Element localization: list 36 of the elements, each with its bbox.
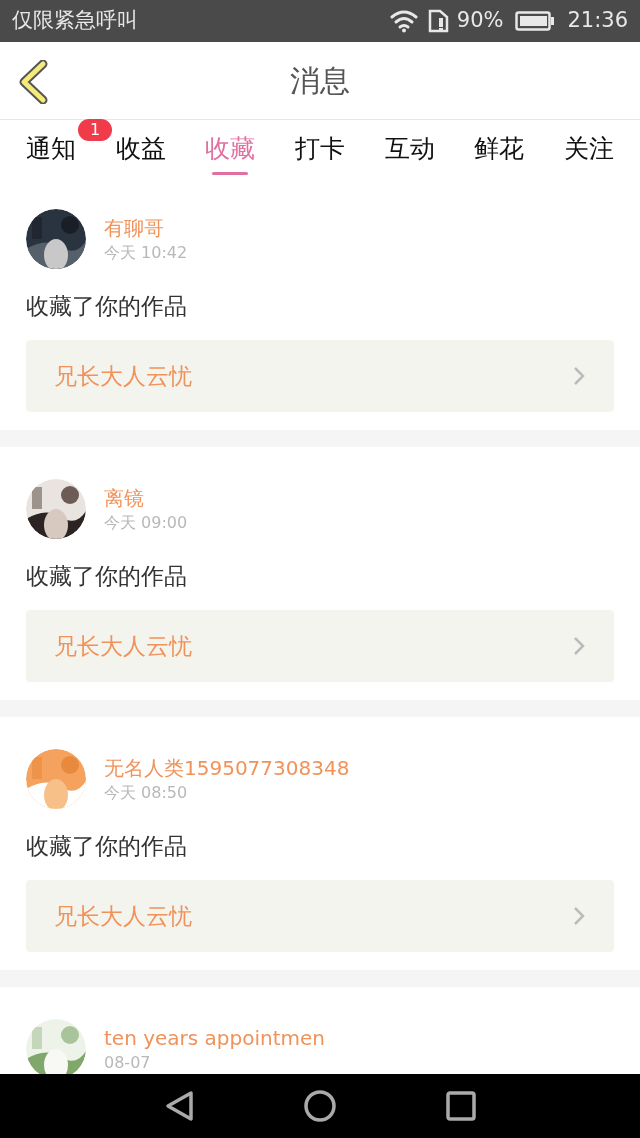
message-time: 今天 09:00 xyxy=(104,512,188,534)
tab[interactable]: 通知 xyxy=(22,120,80,177)
message-time: 今天 08:50 xyxy=(104,782,189,804)
carrier-text: 仅限紧急呼叫 xyxy=(12,7,138,35)
wifi-icon xyxy=(388,9,419,33)
chevron-right-icon xyxy=(572,365,586,387)
user-name[interactable]: 离镜 xyxy=(104,484,188,512)
work-link[interactable]: 兄长大人云忧 xyxy=(26,610,614,682)
tab[interactable]: 互动 xyxy=(380,120,439,177)
battery-icon xyxy=(515,11,556,31)
tab[interactable]: 收藏 xyxy=(201,120,260,177)
user-name[interactable]: 无名人类1595077308348 xyxy=(104,754,350,782)
recents-nav-icon[interactable] xyxy=(446,1091,476,1121)
tab[interactable]: 收益 xyxy=(111,120,170,177)
message-time: 08-07 xyxy=(104,1052,152,1074)
back-nav-icon[interactable] xyxy=(164,1090,194,1122)
tab[interactable]: 鲜花 xyxy=(470,120,529,177)
count-badge: 1 xyxy=(78,119,112,141)
sim-icon xyxy=(426,9,449,33)
tab[interactable]: 打卡 xyxy=(290,120,349,177)
user-name[interactable]: ten years appointmen xyxy=(104,1024,325,1052)
chevron-right-icon xyxy=(572,635,586,657)
message-text: 收藏了你的作品 xyxy=(26,562,188,591)
tab-indicator xyxy=(212,172,249,175)
message-text: 收藏了你的作品 xyxy=(26,832,188,861)
page-title: 消息 xyxy=(290,62,350,100)
clock-time: 21:36 xyxy=(567,7,628,35)
work-link[interactable]: 兄长大人云忧 xyxy=(26,340,614,412)
chevron-right-icon xyxy=(572,905,586,927)
user-name[interactable]: 有聊哥 xyxy=(104,214,188,242)
tab[interactable]: 关注 xyxy=(559,120,618,177)
message-time: 今天 10:42 xyxy=(104,242,188,264)
battery-percent: 90% xyxy=(456,7,504,35)
home-nav-icon[interactable] xyxy=(304,1090,336,1122)
message-text: 收藏了你的作品 xyxy=(26,292,188,321)
work-link[interactable]: 兄长大人云忧 xyxy=(26,880,614,952)
